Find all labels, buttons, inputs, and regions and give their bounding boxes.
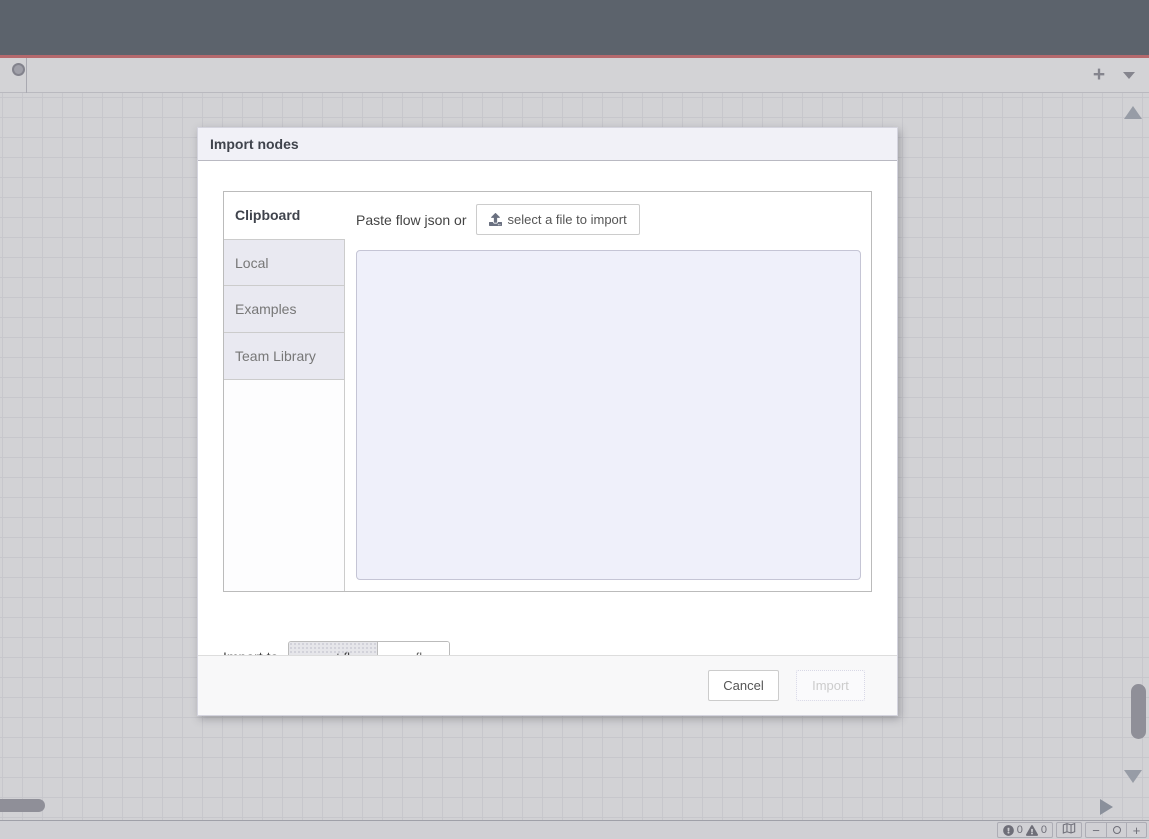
notification-counts[interactable]: 0 0 (997, 822, 1053, 838)
zoom-in-button[interactable]: + (1126, 823, 1146, 837)
upload-icon (489, 213, 502, 226)
tab-examples[interactable]: Examples (224, 286, 344, 333)
paste-label: Paste flow json or (356, 212, 467, 228)
dialog-body: Clipboard Local Examples Team Library Pa… (198, 162, 897, 655)
flow-list-button[interactable] (1114, 58, 1144, 92)
caret-down-icon (1123, 72, 1135, 79)
tab-team-library[interactable]: Team Library (224, 333, 344, 380)
import-source-tabs: Clipboard Local Examples Team Library (224, 192, 345, 591)
minus-icon: − (1092, 823, 1100, 838)
footer-controls: 0 0 − + (997, 822, 1147, 838)
error-count: 0 (1017, 824, 1023, 836)
tab-local[interactable]: Local (224, 239, 344, 286)
cancel-button[interactable]: Cancel (708, 670, 779, 701)
clipboard-tab-content: Paste flow json or select a file to impo… (345, 192, 871, 591)
horizontal-scrollbar-thumb[interactable] (0, 799, 45, 812)
select-file-button[interactable]: select a file to import (476, 204, 640, 235)
scroll-up-button[interactable] (1124, 106, 1142, 119)
import-button[interactable]: Import (796, 670, 865, 701)
dialog-title: Import nodes (198, 128, 897, 161)
select-file-button-label: select a file to import (508, 212, 627, 227)
navigator-toggle-button[interactable] (1056, 822, 1082, 838)
import-nodes-dialog: Import nodes Clipboard Local Examples Te… (197, 127, 898, 716)
exclamation-circle-icon (1003, 825, 1014, 836)
status-dot-icon (12, 63, 25, 76)
plus-icon: + (1133, 823, 1141, 838)
zoom-controls: − + (1085, 822, 1147, 838)
dialog-footer: Cancel Import (198, 655, 897, 715)
warning-count: 0 (1041, 824, 1047, 836)
map-icon (1061, 822, 1077, 838)
node-red-editor: + 0 0 (0, 0, 1149, 839)
plus-icon: + (1093, 63, 1105, 87)
flow-tab-stub (0, 58, 27, 93)
flow-tab-bar: + (0, 58, 1149, 93)
app-header (0, 0, 1149, 55)
flow-json-textarea[interactable] (356, 250, 861, 580)
zoom-out-button[interactable]: − (1086, 823, 1106, 837)
zoom-reset-button[interactable] (1106, 823, 1126, 837)
add-flow-button[interactable]: + (1084, 58, 1114, 92)
sidebar-expand-button[interactable] (1100, 799, 1113, 815)
tab-clipboard[interactable]: Clipboard (224, 192, 346, 239)
scroll-down-button[interactable] (1124, 770, 1142, 783)
circle-icon (1113, 826, 1121, 834)
footer-status-bar: 0 0 − + (0, 820, 1149, 839)
import-source-panel: Clipboard Local Examples Team Library Pa… (223, 191, 872, 592)
warning-triangle-icon (1026, 825, 1038, 836)
vertical-scrollbar-thumb[interactable] (1131, 684, 1146, 739)
paste-row: Paste flow json or select a file to impo… (345, 192, 871, 235)
